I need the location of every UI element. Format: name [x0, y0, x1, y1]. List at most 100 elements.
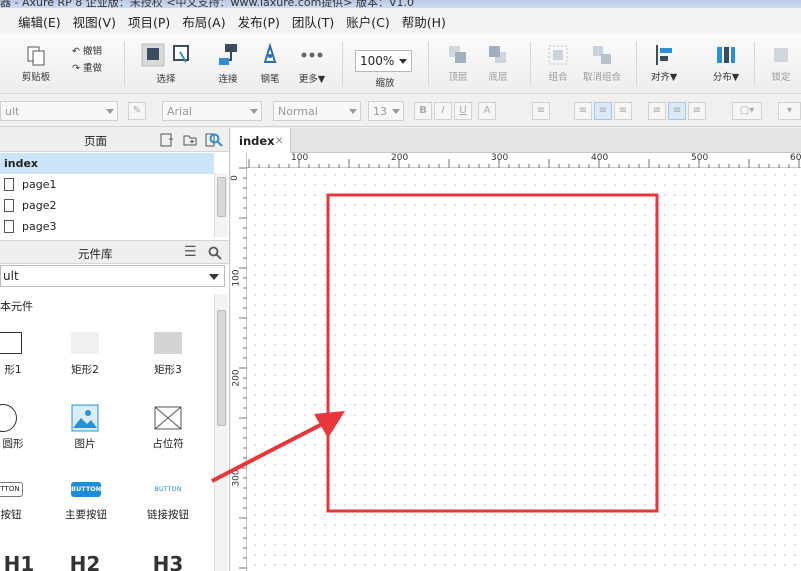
style-select[interactable]: ult [0, 101, 118, 121]
bullet-list-button[interactable]: ≡ [532, 102, 550, 120]
widget-rectangle3[interactable]: 矩形3 [143, 332, 193, 377]
page-icon [4, 199, 14, 212]
close-icon[interactable]: × [274, 133, 284, 147]
undo-button[interactable]: ↶ 撤销 [72, 43, 112, 57]
menu-publish[interactable]: 发布(P) [238, 12, 280, 31]
bring-to-front-button[interactable]: 顶层 [440, 44, 476, 83]
circle-icon [0, 404, 17, 432]
text-align-right-icon: ≡ [618, 105, 628, 116]
menu-project[interactable]: 项目(P) [128, 12, 170, 31]
menu-edit[interactable]: 编辑(E) [18, 12, 61, 31]
pages-scrollbar[interactable] [214, 173, 228, 237]
scrollbar-thumb[interactable] [217, 310, 226, 426]
widget-primary-button[interactable]: BUTTON 主要按钮 [58, 482, 114, 522]
widget-link-button[interactable]: BUTTON 链接按钮 [140, 482, 196, 522]
library-value: ult [3, 269, 19, 283]
main-toolbar: 剪贴板 ↶ 撤销 ↷ 重做 选择 连接 钢笔 更多▼ 100% 缩放 顶层 底层… [0, 34, 801, 94]
lock-icon [774, 48, 788, 62]
align-left-text-button[interactable]: ≡ [574, 102, 592, 120]
line-color-icon: ▾ [786, 105, 793, 116]
line-color-button[interactable]: ▾ [778, 102, 801, 120]
search-icon[interactable] [208, 246, 222, 260]
redo-label: 重做 [83, 63, 103, 74]
group-icon [548, 45, 568, 65]
align-center-text-button[interactable]: ≡ [594, 102, 612, 120]
more-tools-button[interactable]: 更多▼ [292, 42, 332, 85]
menu-icon[interactable]: ☰ [184, 244, 197, 260]
add-page-icon[interactable] [160, 133, 174, 147]
document-tabs: index × [231, 128, 801, 153]
group-button[interactable]: 组合 [540, 44, 576, 83]
distribute-label: 分布▼ [712, 72, 740, 83]
fill-color-button[interactable]: ▢▾ [732, 102, 762, 120]
widget-h2[interactable]: H2 [60, 552, 110, 571]
library-category[interactable]: 本元件 [0, 298, 33, 314]
bold-button[interactable]: B [414, 102, 432, 120]
underline-button[interactable]: U [454, 102, 472, 120]
tab-label: index [239, 134, 275, 148]
horizontal-ruler: 100 200 300 400 500 60 [247, 153, 801, 168]
align-right-text-button[interactable]: ≡ [614, 102, 632, 120]
paste-button[interactable]: 剪贴板 [18, 44, 54, 83]
pen-tool-button[interactable]: 钢笔 [252, 42, 288, 85]
widget-button[interactable]: TTON 按钮 [0, 482, 28, 522]
valign-top-button[interactable]: ≡ [648, 102, 666, 120]
size-value: 13 [373, 105, 387, 118]
image-icon [71, 404, 99, 432]
ruler-label: 300 [491, 153, 509, 163]
send-to-back-button[interactable]: 底层 [480, 44, 516, 83]
link-button-icon: BUTTON [154, 485, 182, 493]
menu-account[interactable]: 账户(C) [346, 12, 389, 31]
zoom-select[interactable]: 100% [355, 50, 412, 72]
widget-rectangle1[interactable]: 形1 [0, 332, 30, 377]
library-scrollbar[interactable] [214, 294, 228, 571]
page-item-page1[interactable]: page1 [0, 174, 214, 195]
select-tool-button[interactable]: 选择 [136, 42, 196, 85]
font-size-select[interactable]: 13 [368, 101, 404, 121]
font-weight-select[interactable]: Normal [273, 101, 361, 121]
chevron-down-icon [209, 274, 219, 280]
paste-icon [27, 46, 45, 66]
title-bar: 器 - Axure RP 8 企业版：未授权 <中文支持：www.iaxure.… [0, 0, 801, 8]
italic-button[interactable]: I [434, 102, 452, 120]
add-folder-icon[interactable] [183, 133, 197, 147]
menu-view[interactable]: 视图(V) [73, 12, 116, 31]
library-select[interactable]: ult [0, 265, 225, 287]
ungroup-button[interactable]: 取消组合 [580, 44, 624, 83]
library-panel-header: 元件库 ☰ [0, 240, 229, 264]
scrollbar-thumb[interactable] [217, 177, 226, 217]
font-color-button[interactable]: A [478, 102, 496, 120]
layer-top-icon [449, 46, 466, 63]
align-button[interactable]: 对齐▼ [646, 44, 682, 83]
valign-middle-button[interactable]: ≡ [668, 102, 686, 120]
widget-h1[interactable]: H1 [0, 552, 35, 571]
widget-h3[interactable]: H3 [143, 552, 193, 571]
bold-icon: B [419, 105, 427, 116]
connect-tool-button[interactable]: 连接 [210, 42, 246, 85]
chevron-down-icon [392, 109, 400, 114]
page-item-index[interactable]: index [0, 153, 214, 174]
font-family-select[interactable]: Arial [162, 101, 262, 121]
text-align-center-icon: ≡ [598, 105, 608, 116]
page-item-page2[interactable]: page2 [0, 195, 214, 216]
clipboard-label: 剪贴板 [21, 72, 51, 83]
pen-label: 钢笔 [260, 74, 280, 85]
tab-index[interactable]: index × [231, 128, 291, 153]
design-canvas[interactable] [247, 168, 801, 571]
widget-circle[interactable]: 圆形 [0, 404, 28, 451]
distribute-button[interactable]: 分布▼ [708, 44, 744, 83]
valign-bottom-button[interactable]: ≡ [688, 102, 706, 120]
search-icon[interactable] [209, 133, 223, 147]
widget-rectangle2[interactable]: 矩形2 [60, 332, 110, 377]
redo-button[interactable]: ↷ 重做 [72, 60, 112, 74]
widget-image[interactable]: 图片 [60, 404, 110, 451]
menu-help[interactable]: 帮助(H) [402, 12, 446, 31]
widget-placeholder[interactable]: 占位符 [143, 404, 193, 451]
menu-team[interactable]: 团队(T) [292, 12, 334, 31]
lock-button[interactable]: 锁定 [766, 44, 796, 83]
page-item-page3[interactable]: page3 [0, 216, 214, 237]
format-toolbar: ult ✎ Arial Normal 13 B I U A ≡ ≡ ≡ ≡ ≡ … [0, 95, 801, 127]
widget-label: H2 [69, 552, 101, 571]
style-edit-button[interactable]: ✎ [128, 102, 146, 120]
menu-layout[interactable]: 布局(A) [182, 12, 225, 31]
